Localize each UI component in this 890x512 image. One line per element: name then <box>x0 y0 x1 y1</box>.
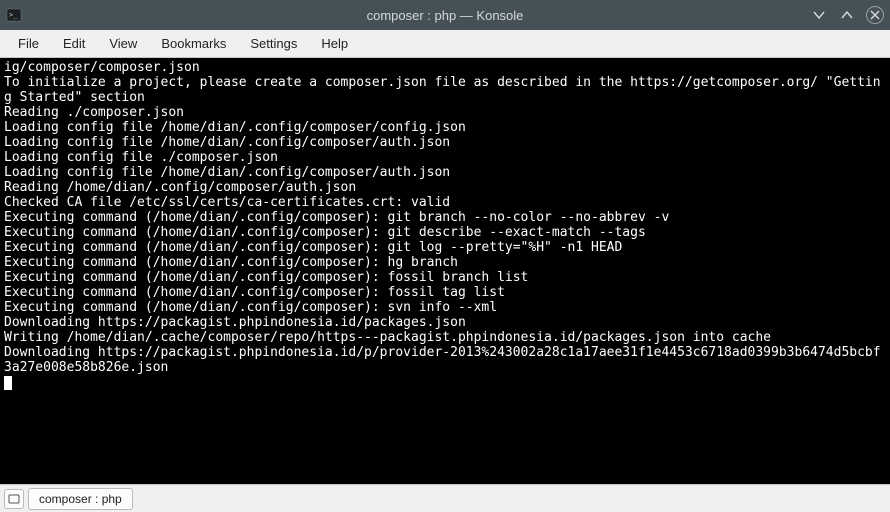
window-title: composer : php — Konsole <box>367 8 524 23</box>
minimize-button[interactable] <box>810 6 828 24</box>
tab-active[interactable]: composer : php <box>28 488 133 510</box>
window-titlebar: >_ composer : php — Konsole <box>0 0 890 30</box>
terminal-cursor <box>4 376 12 390</box>
window-controls <box>810 6 884 24</box>
menubar: File Edit View Bookmarks Settings Help <box>0 30 890 58</box>
app-icon: >_ <box>6 7 22 23</box>
menu-edit[interactable]: Edit <box>53 32 95 55</box>
menu-bookmarks[interactable]: Bookmarks <box>151 32 236 55</box>
tab-bar: composer : php <box>0 484 890 512</box>
menu-settings[interactable]: Settings <box>240 32 307 55</box>
svg-text:>_: >_ <box>9 11 18 19</box>
new-tab-button[interactable] <box>4 489 24 509</box>
menu-view[interactable]: View <box>99 32 147 55</box>
maximize-button[interactable] <box>838 6 856 24</box>
terminal-output[interactable]: ig/composer/composer.json To initialize … <box>0 58 890 484</box>
menu-file[interactable]: File <box>8 32 49 55</box>
close-button[interactable] <box>866 6 884 24</box>
tab-label: composer : php <box>39 492 122 506</box>
menu-help[interactable]: Help <box>311 32 358 55</box>
